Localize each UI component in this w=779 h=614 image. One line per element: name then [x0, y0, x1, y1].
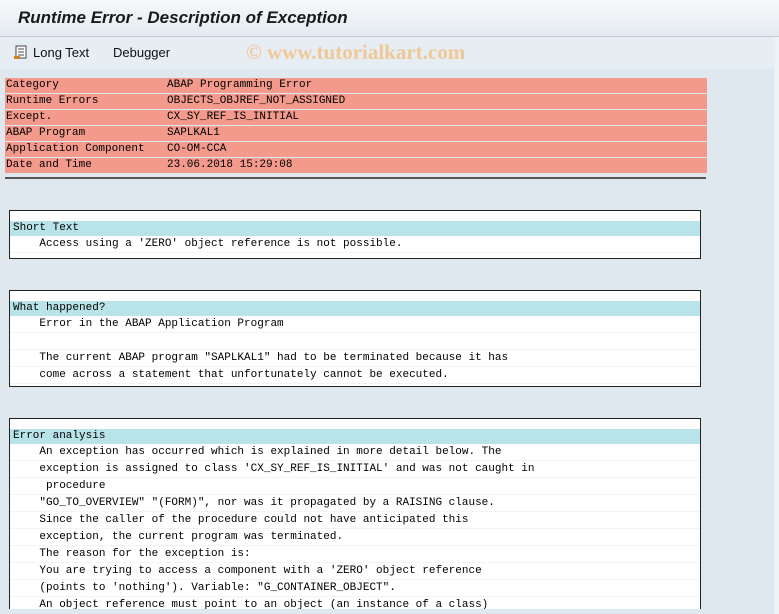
text-line: The reason for the exception is: [10, 546, 700, 563]
what-happened-panel: What happened? Error in the ABAP Applica… [9, 290, 701, 387]
title-bar: Runtime Error - Description of Exception [0, 0, 779, 37]
text-line [10, 333, 700, 350]
header-value: ABAP Programming Error [167, 79, 313, 91]
debugger-label: Debugger [113, 44, 171, 60]
text-line: exception is assigned to class 'CX_SY_RE… [10, 461, 700, 478]
header-value: CX_SY_REF_IS_INITIAL [167, 111, 300, 123]
text-line: You are trying to access a component wit… [10, 563, 700, 580]
header-row: Except. CX_SY_REF_IS_INITIAL [5, 110, 707, 125]
text-line: "GO_TO_OVERVIEW" "(FORM)", nor was it pr… [10, 495, 700, 512]
header-row: Application Component CO-OM-CCA [5, 142, 707, 157]
header-key: Date and Time [6, 159, 92, 171]
text-line: Error in the ABAP Application Program [10, 316, 700, 333]
error-analysis-heading: Error analysis [10, 429, 700, 444]
header-row: Runtime Errors OBJECTS_OBJREF_NOT_ASSIGNE… [5, 94, 707, 109]
window-title: Runtime Error - Description of Exception [18, 8, 348, 27]
header-key: Category [6, 79, 59, 91]
header-key: Except. [6, 111, 53, 123]
header-key: ABAP Program [6, 127, 86, 139]
text-line: An exception has occurred which is expla… [10, 444, 700, 461]
header-key: Application Component [6, 143, 145, 155]
text-line: come across a statement that unfortunate… [10, 367, 700, 384]
text-line: Access using a 'ZERO' object reference i… [10, 236, 700, 253]
text-line: procedure [10, 478, 700, 495]
long-text-label: Long Text [33, 44, 90, 60]
error-analysis-panel: Error analysis An exception has occurred… [9, 418, 701, 609]
debugger-button[interactable]: Debugger [113, 43, 170, 61]
what-happened-heading: What happened? [10, 301, 700, 316]
header-key: Runtime Errors [6, 95, 99, 107]
text-line: An object reference must point to an obj… [10, 597, 700, 609]
long-text-icon [14, 45, 27, 59]
short-text-panel: Short Text Access using a 'ZERO' object … [9, 210, 701, 259]
text-line: The current ABAP program "SAPLKAL1" had … [10, 350, 700, 367]
header-block: Category ABAP Programming Error Runtime Er… [5, 78, 707, 174]
text-line: exception, the current program was termi… [10, 529, 700, 546]
text-line: (points to 'nothing'). Variable: "G_CONT… [10, 580, 700, 597]
watermark: © www.tutorialkart.com [246, 40, 466, 64]
header-row: ABAP Program SAPLKAL1 [5, 126, 707, 141]
header-row: Category ABAP Programming Error [5, 78, 707, 93]
long-text-button[interactable]: Long Text [14, 43, 89, 61]
header-value: CO-OM-CCA [167, 143, 227, 155]
text-line: Since the caller of the procedure could … [10, 512, 700, 529]
header-divider [5, 177, 706, 179]
vertical-scrollbar[interactable] [774, 37, 779, 614]
header-value: 23.06.2018 15:29:08 [167, 159, 293, 171]
header-value: OBJECTS_OBJREF_NOT_ASSIGNED [167, 95, 346, 107]
short-text-heading: Short Text [10, 221, 700, 236]
header-row: Date and Time 23.06.2018 15:29:08 [5, 158, 707, 173]
header-value: SAPLKAL1 [167, 127, 220, 139]
